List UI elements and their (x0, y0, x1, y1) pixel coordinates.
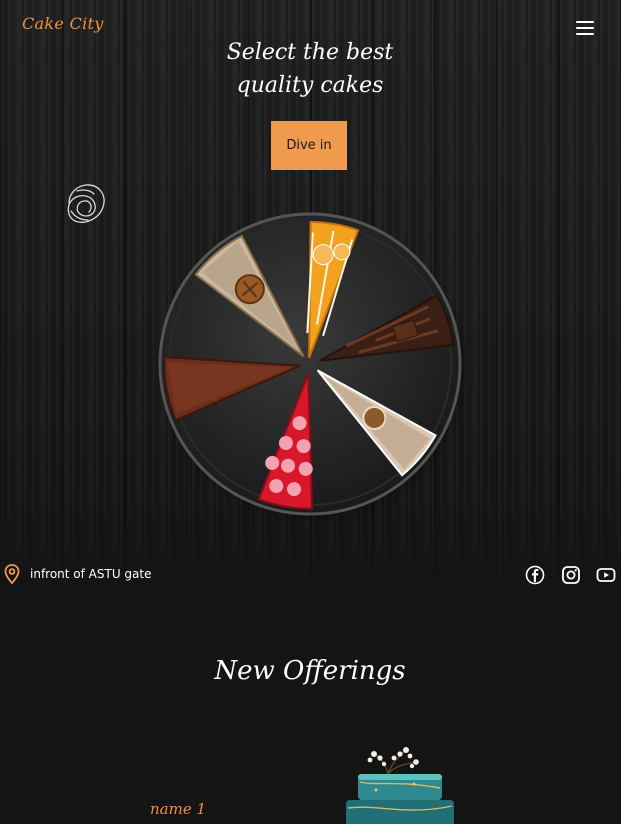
location-bar: infront of ASTU gate (0, 558, 621, 592)
assorted-cake-slices-image (158, 212, 466, 520)
map-pin-icon (4, 564, 20, 584)
youtube-icon[interactable] (596, 565, 616, 585)
location-text: infront of ASTU gate (30, 567, 152, 581)
logo[interactable]: Cake City (22, 14, 104, 33)
hero-headline: Select the best quality cakes (160, 36, 460, 102)
headline-line-2: quality cakes (236, 73, 384, 98)
offering-item-name: name 1 (150, 800, 207, 818)
instagram-icon[interactable] (561, 565, 581, 585)
new-offerings-title: New Offerings (214, 656, 406, 686)
hero-section: Cake City Select the best quality cakes … (0, 0, 621, 600)
pretzel-sketch-icon (67, 184, 105, 223)
dive-in-button[interactable]: Dive in (271, 121, 347, 170)
headline-line-1: Select the best (226, 40, 394, 65)
facebook-icon[interactable] (525, 565, 545, 585)
hamburger-menu-icon[interactable] (576, 19, 594, 37)
teal-tiered-cake-image[interactable] (336, 744, 460, 824)
